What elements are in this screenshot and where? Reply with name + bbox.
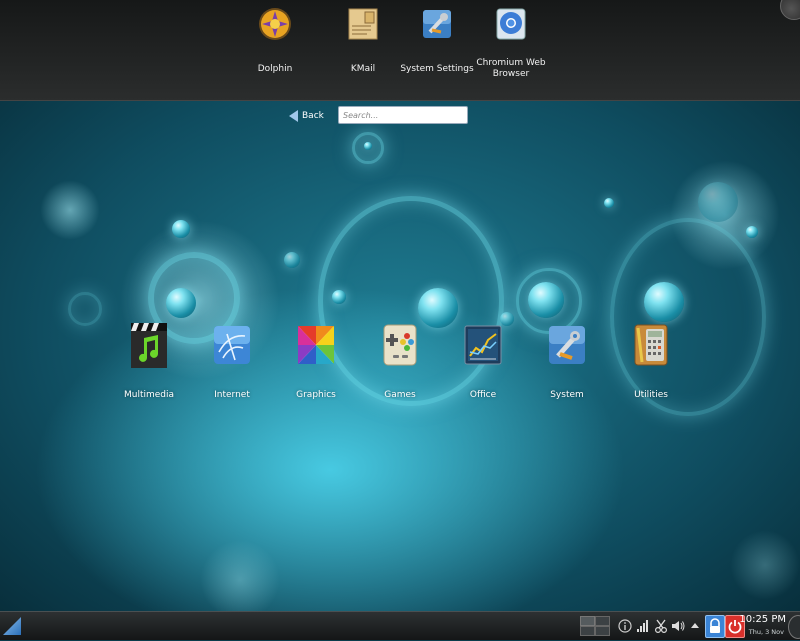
back-button[interactable]: Back <box>289 108 324 124</box>
category-graphics[interactable]: Graphics <box>274 322 358 400</box>
back-arrow-icon <box>289 110 298 122</box>
category-internet[interactable]: Internet <box>190 322 274 400</box>
system-icon <box>548 322 586 364</box>
category-label: System <box>550 390 584 400</box>
clock-time[interactable]: 10:25 PM <box>739 614 786 625</box>
chromium-icon <box>493 6 529 42</box>
back-label: Back <box>302 111 324 121</box>
category-multimedia[interactable]: Multimedia <box>107 322 191 400</box>
favorite-label: Chromium Web Browser <box>476 58 546 79</box>
category-label: Games <box>384 390 416 400</box>
lock-screen-icon[interactable] <box>705 615 725 638</box>
system-settings-icon <box>419 6 455 42</box>
favorite-dolphin[interactable]: Dolphin <box>230 6 320 75</box>
favorite-chromium[interactable]: Chromium Web Browser <box>466 6 556 80</box>
category-label: Multimedia <box>123 390 175 400</box>
games-icon <box>381 322 419 366</box>
category-label: Graphics <box>296 390 336 400</box>
panel-toolbox-button[interactable] <box>788 615 800 639</box>
taskbar: 10:25 PM Thu, 3 Nov <box>0 611 800 640</box>
clock-date: Thu, 3 Nov <box>748 628 784 636</box>
internet-icon <box>213 322 251 364</box>
category-system[interactable]: System <box>525 322 609 400</box>
multimedia-icon <box>130 322 168 368</box>
category-games[interactable]: Games <box>358 322 442 400</box>
corner-toolbox-button[interactable] <box>780 0 800 20</box>
tray-expand-arrow-icon[interactable] <box>688 618 702 634</box>
search-input[interactable] <box>338 106 468 124</box>
category-label: Utilities <box>634 390 668 400</box>
volume-icon[interactable] <box>671 618 685 634</box>
favorites-bar: Dolphin KMail System Settings Chromium W… <box>0 0 800 101</box>
utilities-icon <box>632 322 670 366</box>
category-utilities[interactable]: Utilities <box>609 322 693 400</box>
category-label: Office <box>469 390 497 400</box>
kmail-icon <box>345 6 381 42</box>
dolphin-icon <box>257 6 293 42</box>
info-icon[interactable] <box>618 618 632 634</box>
favorite-label: Dolphin <box>257 64 293 74</box>
graphics-icon <box>297 322 335 364</box>
network-signal-icon[interactable] <box>636 618 650 634</box>
office-icon <box>464 322 502 365</box>
application-launcher-icon[interactable] <box>3 617 21 635</box>
desktop-pager[interactable] <box>580 616 610 636</box>
category-label: Internet <box>214 390 250 400</box>
clipboard-scissors-icon[interactable] <box>654 618 668 634</box>
category-office[interactable]: Office <box>441 322 525 400</box>
